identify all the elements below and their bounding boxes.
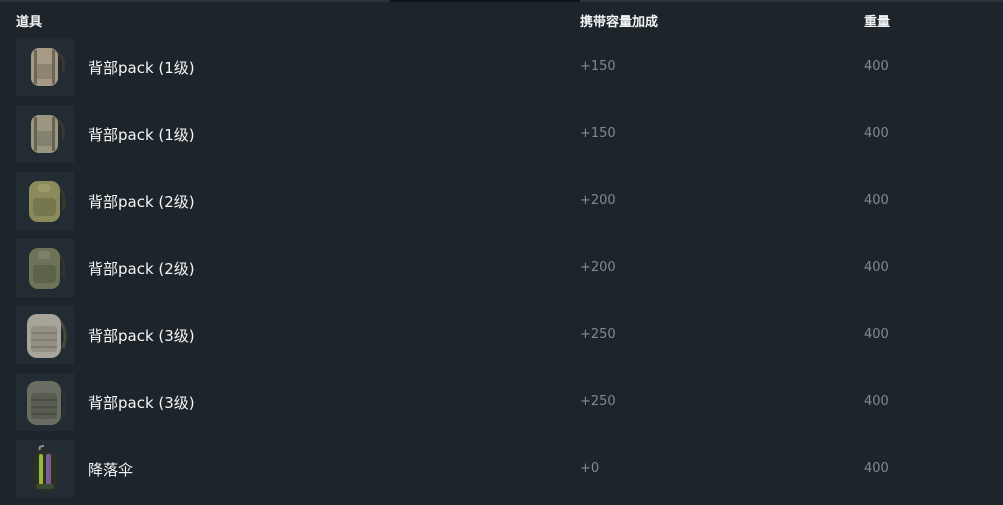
item-capacity: +250	[580, 394, 616, 409]
item-name: 背部pack (2级)	[88, 193, 195, 211]
table-header: 道具 携带容量加成 重量	[0, 0, 1003, 36]
item-weight: 400	[864, 394, 889, 409]
table-row[interactable]: 降落伞 +0 400	[0, 436, 1003, 503]
item-weight: 400	[864, 327, 889, 342]
backpack-level2-icon	[16, 239, 74, 297]
backpack-level3-icon	[16, 306, 74, 364]
item-weight: 400	[864, 193, 889, 208]
item-capacity: +250	[580, 327, 616, 342]
item-name: 背部pack (2级)	[88, 260, 195, 278]
item-weight: 400	[864, 461, 889, 476]
item-weight: 400	[864, 59, 889, 74]
table-row[interactable]: 背部pack (2级) +200 400	[0, 235, 1003, 302]
item-capacity: +200	[580, 193, 616, 208]
backpack-level2-icon	[16, 172, 74, 230]
item-capacity: +150	[580, 59, 616, 74]
item-name: 背部pack (1级)	[88, 126, 195, 144]
column-header-item[interactable]: 道具	[16, 11, 42, 30]
table-row[interactable]: 背部pack (1级) +150 400	[0, 101, 1003, 168]
table-row[interactable]: 背部pack (3级) +250 400	[0, 369, 1003, 436]
item-name: 降落伞	[88, 461, 134, 479]
item-name: 背部pack (3级)	[88, 327, 195, 345]
backpack-level1-icon	[16, 105, 74, 163]
item-weight: 400	[864, 260, 889, 275]
parachute-icon	[16, 440, 74, 498]
column-header-weight[interactable]: 重量	[864, 11, 890, 30]
column-header-capacity[interactable]: 携带容量加成	[580, 11, 658, 30]
item-capacity: +0	[580, 461, 600, 476]
backpack-level1-icon	[16, 38, 74, 96]
item-capacity: +150	[580, 126, 616, 141]
table-row[interactable]: 背部pack (2级) +200 400	[0, 168, 1003, 235]
item-name: 背部pack (1级)	[88, 59, 195, 77]
item-capacity: +200	[580, 260, 616, 275]
backpack-level3-icon	[16, 373, 74, 431]
table-row[interactable]: 背部pack (3级) +250 400	[0, 302, 1003, 369]
item-weight: 400	[864, 126, 889, 141]
item-name: 背部pack (3级)	[88, 394, 195, 412]
table-row[interactable]: 背部pack (1级) +150 400	[0, 34, 1003, 101]
